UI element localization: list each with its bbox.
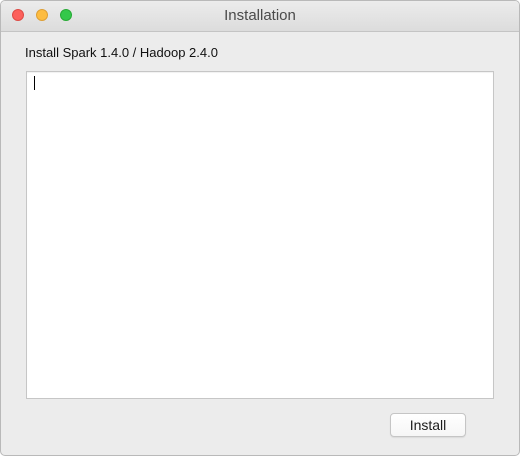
install-heading: Install Spark 1.4.0 / Hadoop 2.4.0 xyxy=(25,45,218,60)
title-bar[interactable]: Installation xyxy=(1,1,519,32)
text-caret xyxy=(34,76,35,90)
install-button[interactable]: Install xyxy=(390,413,466,437)
install-log-textarea[interactable] xyxy=(26,71,494,399)
window-title: Installation xyxy=(224,7,296,24)
installation-window: Installation Install Spark 1.4.0 / Hadoo… xyxy=(0,0,520,456)
